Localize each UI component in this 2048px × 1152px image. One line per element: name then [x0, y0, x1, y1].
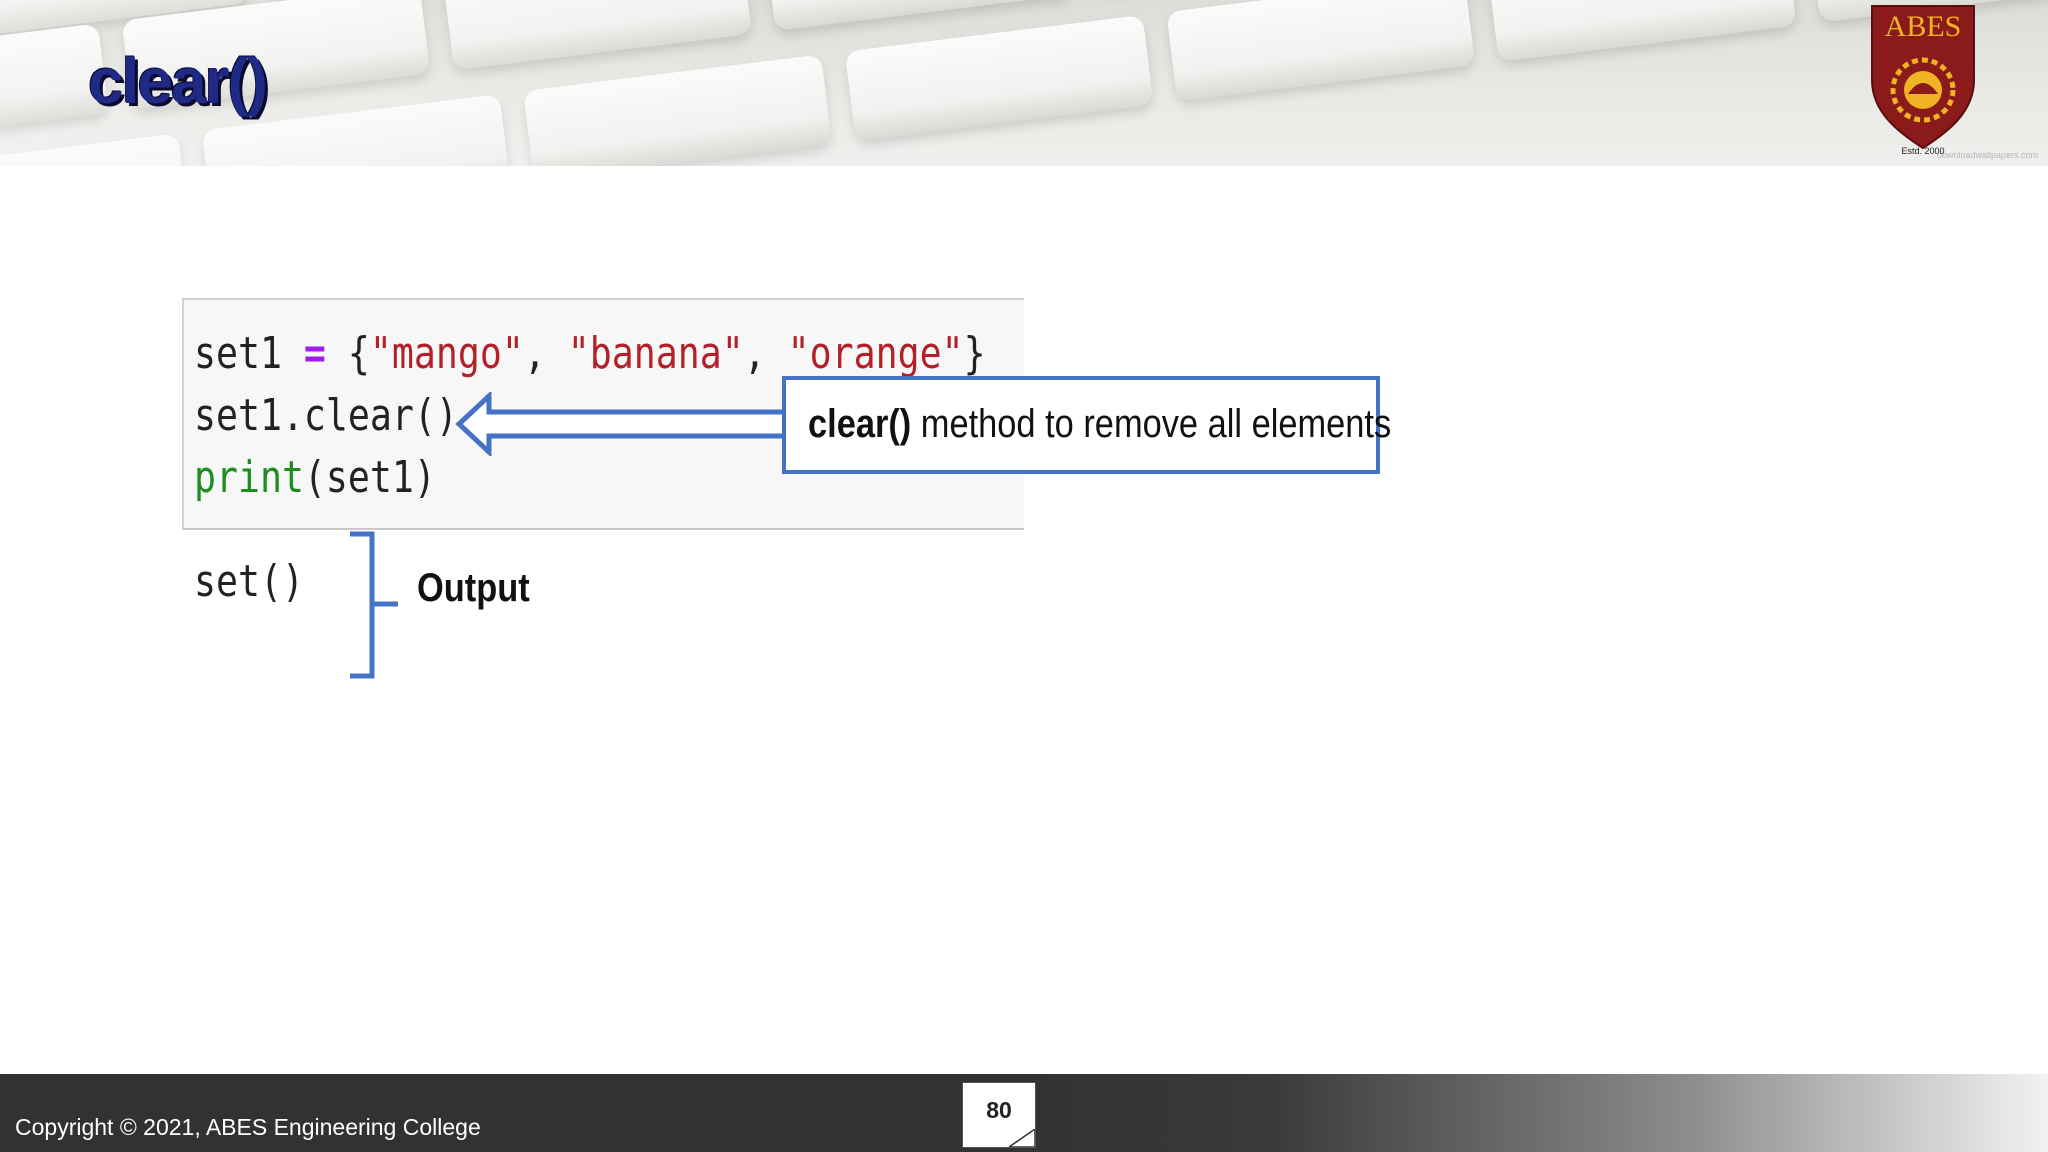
code-line-2: set1.clear(): [194, 390, 458, 441]
slide-title: clear(): [88, 45, 268, 117]
page-number-box: 80: [962, 1082, 1036, 1148]
callout-box: clear() method to remove all elements: [782, 376, 1391, 474]
abes-logo: ABES: [1871, 5, 1975, 150]
right-brace-icon: [350, 531, 398, 679]
svg-text:ABES: ABES: [1885, 10, 1962, 43]
page-number: 80: [986, 1097, 1012, 1123]
code-line-3: print(set1): [194, 452, 436, 503]
copyright-text: Copyright © 2021, ABES Engineering Colle…: [15, 1114, 481, 1140]
output-code: set(): [194, 556, 304, 607]
logo-established: Estd. 2000: [1901, 146, 1945, 156]
footer-bar: Copyright © 2021, ABES Engineering Colle…: [0, 1074, 2048, 1152]
code-line-1: set1 = {"mango", "banana", "orange"}: [194, 328, 986, 379]
callout-text: clear() method to remove all elements: [808, 402, 1392, 446]
output-label: Output: [417, 566, 530, 610]
page-fold-icon: [1009, 1129, 1035, 1147]
header-banner: clear() downloadwallpapers.com: [0, 0, 2048, 166]
left-arrow-icon: [455, 392, 794, 456]
